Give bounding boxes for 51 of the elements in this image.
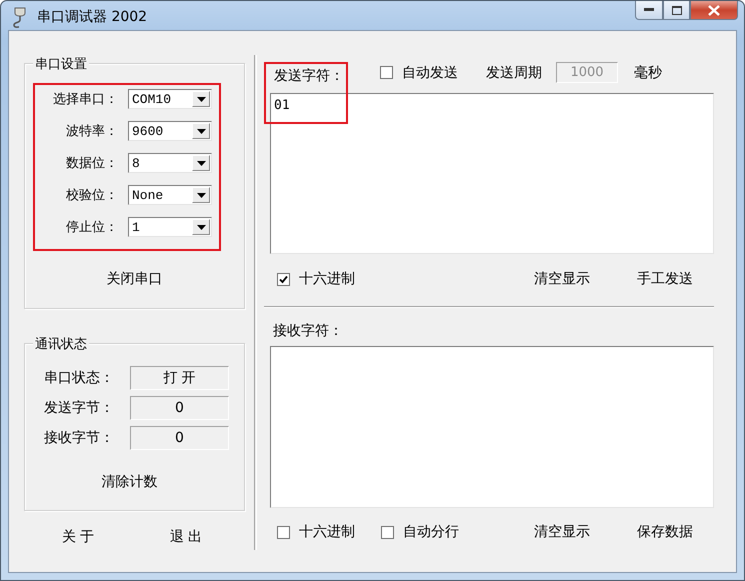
- status-value: 0: [130, 396, 229, 420]
- status-label: 接收字节：: [44, 429, 115, 447]
- maximize-icon: [672, 6, 682, 14]
- checkbox[interactable]: [381, 526, 394, 538]
- checkbox-label[interactable]: 十六进制: [277, 270, 355, 288]
- checkbox[interactable]: [277, 526, 290, 538]
- dropdown[interactable]: 9600: [128, 121, 212, 141]
- field-label: 停止位：: [65, 219, 118, 236]
- footer-button[interactable]: 关 于: [54, 525, 102, 549]
- status-label: 串口状态：: [44, 369, 115, 387]
- send-text-area[interactable]: 01: [270, 93, 714, 254]
- close-port-button[interactable]: 关闭串口: [98, 267, 170, 291]
- status-label: 发送字节：: [44, 399, 115, 417]
- close-icon: [708, 4, 720, 16]
- caret-icon: [196, 128, 206, 134]
- window-title: 串口调试器 2002: [37, 8, 148, 26]
- dropdown[interactable]: 1: [128, 217, 212, 237]
- checkbox-label[interactable]: 十六进制: [277, 523, 355, 541]
- close-button[interactable]: [690, 1, 738, 20]
- checkbox-label[interactable]: 自动发送: [380, 64, 458, 82]
- dropdown[interactable]: COM10: [128, 89, 212, 109]
- caret-icon: [196, 96, 206, 102]
- caret-icon: [196, 160, 206, 166]
- dropdown[interactable]: None: [128, 185, 212, 205]
- field-label: 波特率：: [65, 123, 118, 140]
- save-data-button[interactable]: 保存数据: [629, 520, 701, 544]
- field-label: 数据位：: [65, 155, 118, 172]
- field-label: 选择串口：: [52, 91, 118, 108]
- clear-display-button[interactable]: 清空显示: [526, 267, 598, 291]
- clear-display-button[interactable]: 清空显示: [526, 520, 598, 544]
- unit-label: 毫秒: [634, 64, 662, 82]
- manual-send-button[interactable]: 手工发送: [629, 267, 701, 291]
- group-title: 通讯状态: [33, 335, 89, 353]
- dropdown[interactable]: 8: [128, 153, 212, 173]
- group-title: 串口设置: [33, 55, 89, 73]
- minimize-button[interactable]: [635, 1, 663, 20]
- send-label: 发送字符：: [274, 68, 344, 84]
- caret-icon: [196, 224, 206, 230]
- minimize-icon: [644, 8, 654, 12]
- status-value: 0: [130, 426, 229, 450]
- checkbox[interactable]: [380, 66, 393, 79]
- checkbox-label[interactable]: 自动分行: [381, 523, 459, 541]
- caret-icon: [196, 192, 206, 198]
- clear-count-button[interactable]: 清除计数: [94, 470, 166, 494]
- checkbox[interactable]: [277, 272, 290, 286]
- field-label: 校验位：: [65, 187, 118, 204]
- receive-label: 接收字符：: [273, 322, 344, 340]
- period-label: 发送周期: [486, 64, 542, 82]
- maximize-button[interactable]: [663, 1, 690, 20]
- footer-button[interactable]: 退 出: [162, 525, 210, 549]
- status-value: 打 开: [130, 366, 229, 390]
